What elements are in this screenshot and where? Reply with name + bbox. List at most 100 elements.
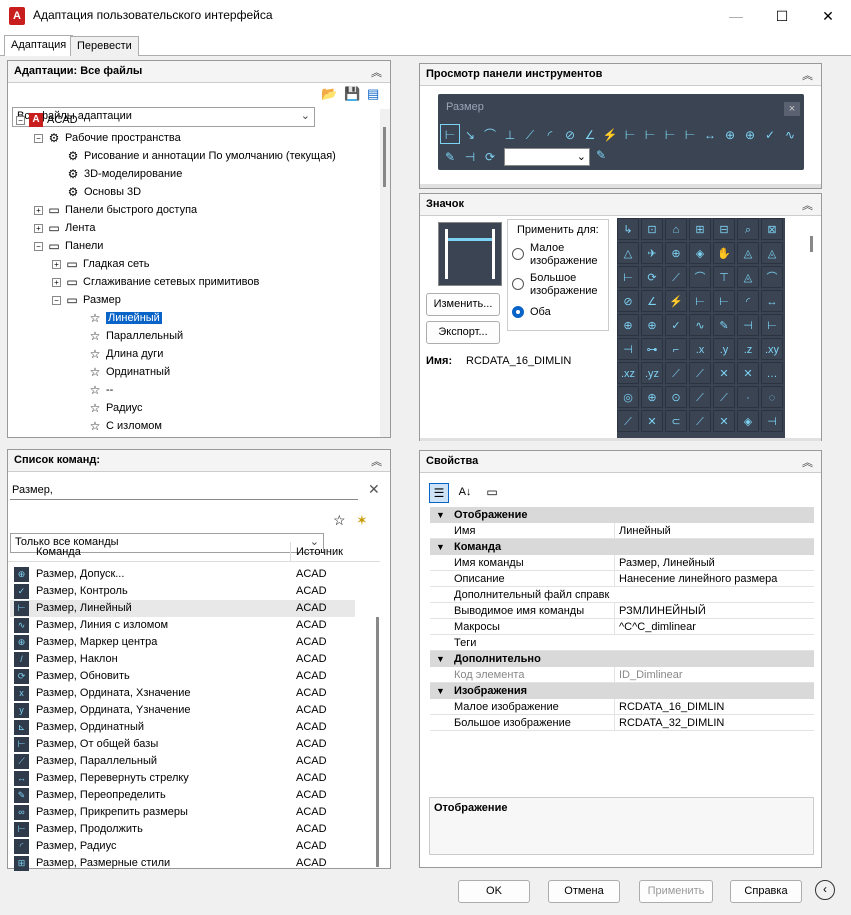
toolbar-button-icon[interactable]: ∿	[780, 125, 800, 145]
command-row[interactable]: ✎ Размер, Переопределить ACAD	[10, 787, 355, 804]
tree-node-workspace-3dbasics[interactable]: ⚙ Основы 3D	[66, 183, 142, 201]
image-grid-icon[interactable]: .xy	[761, 338, 783, 360]
expand-icon[interactable]: +	[52, 259, 61, 269]
image-grid-icon[interactable]: ⌕	[737, 218, 759, 240]
toolbar-button-icon[interactable]: ⊕	[740, 125, 760, 145]
image-grid-icon[interactable]: ⊡	[641, 218, 663, 240]
apply-button[interactable]: Применить	[639, 880, 713, 903]
tree-node-separator[interactable]: ☆ --	[88, 381, 114, 399]
property-value[interactable]: RCDATA_16_DIMLIN	[614, 699, 814, 715]
tab-customize[interactable]: Адаптация	[4, 35, 74, 56]
property-category[interactable]: ▼ Отображение	[430, 507, 814, 523]
command-row[interactable]: ⊢ Размер, Продолжить ACAD	[10, 821, 355, 838]
tree-node-quick-access[interactable]: + ▭ Панели быстрого доступа	[34, 201, 197, 219]
image-grid-icon[interactable]: ✕	[713, 362, 735, 384]
image-grid-icon[interactable]: ∿	[689, 314, 711, 336]
image-grid-icon[interactable]: ⟋	[689, 362, 711, 384]
command-row[interactable]: ⊢ Размер, Линейный ACAD	[10, 600, 355, 617]
image-grid-icon[interactable]: ⌒	[761, 266, 783, 288]
toolbar-button-icon[interactable]: ∠	[580, 125, 600, 145]
image-grid-icon[interactable]: ⟋	[665, 266, 687, 288]
collapse-icon[interactable]: −	[34, 241, 43, 251]
image-grid-icon[interactable]: ⊕	[641, 314, 663, 336]
property-row[interactable]: Малое изображение RCDATA_16_DIMLIN	[430, 699, 814, 715]
toolbar-button-icon[interactable]: ↔	[700, 125, 720, 145]
property-row[interactable]: Код элемента ID_Dimlinear	[430, 667, 814, 683]
command-search-input[interactable]: Размер,	[10, 482, 358, 500]
maximize-button[interactable]: ☐	[759, 0, 805, 32]
categorized-icon[interactable]: ☰	[429, 483, 449, 503]
collapse-arrow-icon[interactable]: ▼	[436, 683, 445, 699]
collapse-chevron-icon[interactable]: ︽	[802, 67, 813, 83]
toolbar-button-icon[interactable]: ⟳	[480, 147, 500, 167]
collapse-arrow-icon[interactable]: ▼	[436, 651, 445, 667]
find-star-icon[interactable]: ☆	[333, 512, 346, 529]
image-grid-icon[interactable]: ⊟	[713, 218, 735, 240]
dimstyle-icon[interactable]: ✎	[596, 148, 606, 162]
help-button[interactable]: Справка	[730, 880, 802, 903]
image-grid-icon[interactable]: ⟋	[689, 386, 711, 408]
sort-alphabetical-icon[interactable]: A↓	[455, 483, 475, 503]
image-grid-icon[interactable]: ↔	[761, 290, 783, 312]
toolbar-button-icon[interactable]: ↘	[460, 125, 480, 145]
image-grid-icon[interactable]: ⊙	[665, 386, 687, 408]
expand-icon[interactable]: +	[52, 277, 61, 287]
tree-scrollbar[interactable]	[380, 109, 390, 437]
image-grid-icon[interactable]: ✎	[713, 314, 735, 336]
tree-node-smooth-mesh[interactable]: + ▭ Гладкая сеть	[52, 255, 150, 273]
property-value[interactable]: ID_Dimlinear	[614, 667, 814, 683]
image-grid-icon[interactable]: .z	[737, 338, 759, 360]
cancel-button[interactable]: Отмена	[548, 880, 620, 903]
command-row[interactable]: ∿ Размер, Линия с изломом ACAD	[10, 617, 355, 634]
command-row[interactable]: ↔ Размер, Перевернуть стрелку ACAD	[10, 770, 355, 787]
image-grid-icon[interactable]: ⊢	[713, 290, 735, 312]
image-grid-icon[interactable]: …	[761, 362, 783, 384]
toolbar-button-icon[interactable]: ⊢	[620, 125, 640, 145]
image-grid-icon[interactable]: ⊞	[689, 218, 711, 240]
collapse-arrow-icon[interactable]: ▼	[436, 539, 445, 555]
toolbar-button-icon[interactable]: ◜	[540, 125, 560, 145]
image-grid-icon[interactable]: ⊘	[617, 290, 639, 312]
image-grid-icon[interactable]: ◎	[617, 386, 639, 408]
command-row[interactable]: ⊞ Размер, Размерные стили ACAD	[10, 855, 355, 872]
command-row[interactable]: ∞ Размер, Прикрепить размеры ACAD	[10, 804, 355, 821]
image-grid-icon[interactable]: ⊠	[761, 218, 783, 240]
image-grid-icon[interactable]: ⊣	[617, 338, 639, 360]
tree-node-arc-length[interactable]: ☆ Длина дуги	[88, 345, 164, 363]
property-value[interactable]: Нанесение линейного размера	[614, 571, 814, 587]
splitter[interactable]	[420, 184, 821, 188]
toolbar-button-icon[interactable]: ⊣	[460, 147, 480, 167]
image-grid-icon[interactable]: ✕	[641, 410, 663, 432]
collapse-chevron-icon[interactable]: ︽	[371, 64, 382, 80]
property-category[interactable]: ▼ Изображения	[430, 683, 814, 699]
ok-button[interactable]: OK	[458, 880, 530, 903]
image-grid-icon[interactable]: ⊕	[641, 386, 663, 408]
expand-icon[interactable]: +	[34, 223, 43, 233]
column-source[interactable]: Источник	[296, 546, 343, 558]
image-grid-icon[interactable]: ·	[737, 386, 759, 408]
image-grid-icon[interactable]: ⊕	[617, 314, 639, 336]
tree-node-workspaces[interactable]: − ⚙ Рабочие пространства	[34, 129, 181, 147]
toolbar-button-icon[interactable]: ⊕	[720, 125, 740, 145]
property-row[interactable]: Теги	[430, 635, 814, 651]
tree-node-radius[interactable]: ☆ Радиус	[88, 399, 143, 417]
tree-node-workspace-3d[interactable]: ⚙ 3D-моделирование	[66, 165, 183, 183]
tree-node-ordinate[interactable]: ☆ Ординатный	[88, 363, 171, 381]
image-grid-icon[interactable]: △	[617, 242, 639, 264]
property-value[interactable]: Размер, Линейный	[614, 555, 814, 571]
command-row[interactable]: y Размер, Ордината, Yзначение ACAD	[10, 702, 355, 719]
command-row[interactable]: ⟳ Размер, Обновить ACAD	[10, 668, 355, 685]
toolbar-button-icon[interactable]: ⊘	[560, 125, 580, 145]
toolbar-button-icon[interactable]: ⟋	[520, 125, 540, 145]
property-value[interactable]: РЗМЛИНЕЙНЫЙ	[614, 603, 814, 619]
image-grid-icon[interactable]: ◬	[761, 242, 783, 264]
toolbar-button-icon[interactable]: ⊥	[500, 125, 520, 145]
tree-node-aligned[interactable]: ☆ Параллельный	[88, 327, 184, 345]
command-row[interactable]: ⊾ Размер, Ординатный ACAD	[10, 719, 355, 736]
image-grid-icon[interactable]: ◈	[689, 242, 711, 264]
image-grid-icon[interactable]: ⚡	[665, 290, 687, 312]
property-value[interactable]: ^C^C_dimlinear	[614, 619, 814, 635]
radio-icon[interactable]	[512, 248, 524, 260]
image-grid-icon[interactable]: ✈	[641, 242, 663, 264]
expand-icon[interactable]: +	[34, 205, 43, 215]
